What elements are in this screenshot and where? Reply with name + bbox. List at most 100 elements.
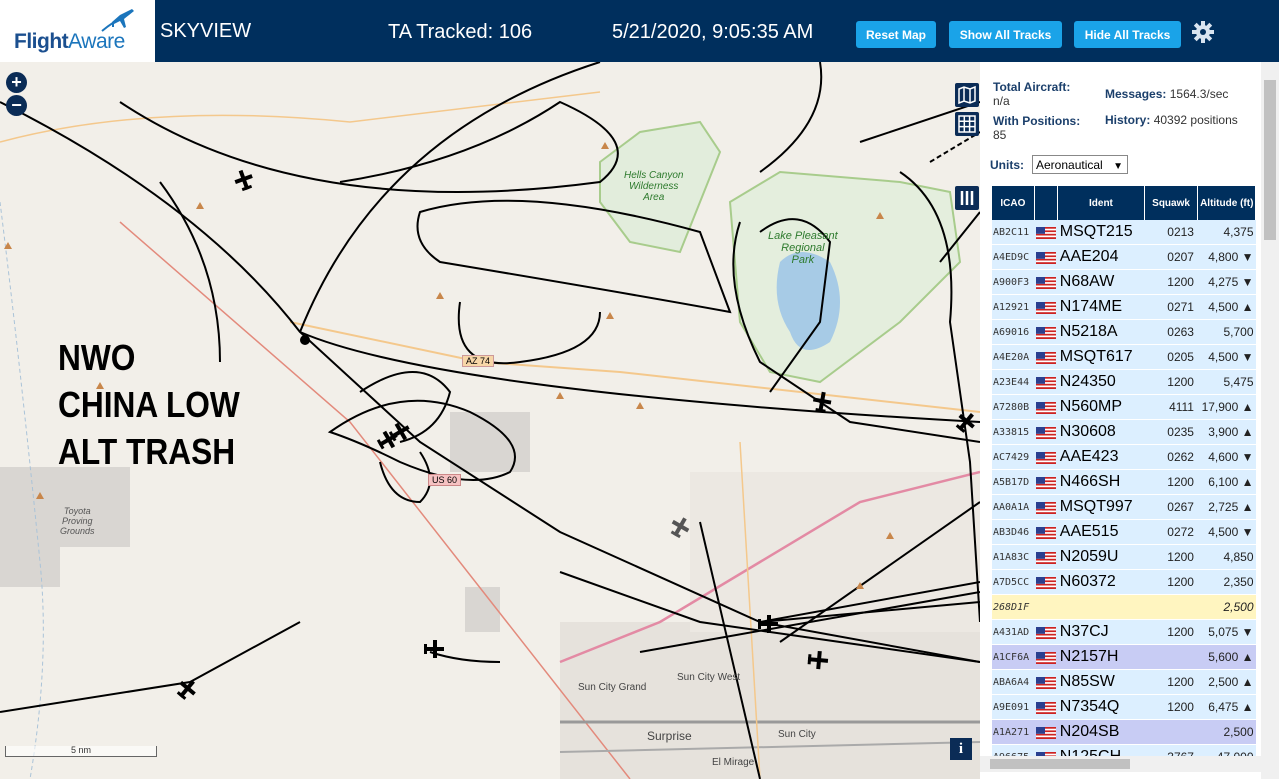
row-flag (1034, 669, 1058, 695)
col-squawk[interactable]: Squawk (1144, 186, 1199, 220)
zoom-out-button[interactable]: − (6, 95, 27, 116)
us-flag-icon (1036, 351, 1057, 364)
row-ident: N204SB (1057, 719, 1145, 745)
row-squawk: 0207 (1144, 244, 1198, 270)
info-icon[interactable]: i (950, 738, 972, 760)
reset-map-button[interactable]: Reset Map (856, 21, 936, 48)
grid-icon[interactable] (955, 112, 979, 136)
row-icao: AC7429 (992, 444, 1035, 470)
row-ident: N68AW (1057, 269, 1145, 295)
row-ident: N466SH (1057, 469, 1145, 495)
row-squawk: 0272 (1144, 519, 1198, 545)
panel-scrollbar[interactable] (1261, 62, 1279, 779)
row-squawk: 1200 (1144, 269, 1198, 295)
us-flag-icon (1036, 526, 1057, 539)
row-altitude: 5,475 (1197, 369, 1256, 395)
us-flag-icon (1036, 501, 1057, 514)
row-ident: N2059U (1057, 544, 1145, 570)
us-flag-icon (1036, 651, 1057, 664)
table-row[interactable]: A431AD N37CJ 1200 5,075 ▼ (992, 619, 1256, 645)
row-altitude: 4,500 ▼ (1197, 344, 1256, 370)
messages-stat: Messages: 1564.3/sec (1105, 87, 1229, 101)
toyota-label: Toyota Proving Grounds (60, 506, 95, 536)
table-row[interactable]: A4E20A MSQT617 0205 4,500 ▼ (992, 344, 1256, 370)
units-select[interactable]: Aeronautical ▼ (1032, 155, 1128, 174)
row-ident: N30608 (1057, 419, 1145, 445)
row-ident: AAE515 (1057, 519, 1145, 545)
ta-tracked-count: TA Tracked: 106 (388, 21, 533, 43)
app-name: SKYVIEW (160, 20, 252, 42)
col-ident[interactable]: Ident (1057, 186, 1145, 220)
table-row[interactable]: A9E091 N7354Q 1200 6,475 ▲ (992, 694, 1256, 720)
us-flag-icon (1036, 426, 1057, 439)
row-squawk (1144, 644, 1198, 670)
row-ident: N85SW (1057, 669, 1145, 695)
col-icao[interactable]: ICAO (992, 186, 1035, 220)
row-altitude: 5,700 (1197, 319, 1256, 345)
row-altitude: 5,075 ▼ (1197, 619, 1256, 645)
gear-icon[interactable] (1191, 20, 1215, 44)
us-flag-icon (1036, 276, 1057, 289)
row-ident: N174ME (1057, 294, 1145, 320)
hscroll-thumb[interactable] (990, 759, 1130, 769)
row-flag (1034, 394, 1058, 420)
zoom-in-button[interactable]: + (6, 72, 27, 93)
table-row[interactable]: A4ED9C AAE204 0207 4,800 ▼ (992, 244, 1256, 270)
lake-pleasant-park (728, 170, 962, 384)
table-row[interactable]: A1A271 N204SB 2,500 (992, 719, 1256, 745)
table-row[interactable]: A69016 N5218A 0263 5,700 (992, 319, 1256, 345)
table-row[interactable]: A900F3 N68AW 1200 4,275 ▼ (992, 269, 1256, 295)
row-icao: A4ED9C (992, 244, 1035, 270)
row-flag (1034, 719, 1058, 745)
table-row[interactable]: A7D5CC N60372 1200 2,350 (992, 569, 1256, 595)
table-row[interactable]: A23E44 N24350 1200 5,475 (992, 369, 1256, 395)
row-squawk: 1200 (1144, 569, 1198, 595)
table-row[interactable]: AC7429 AAE423 0262 4,600 ▼ (992, 444, 1256, 470)
header-bar: FlightAware SKYVIEW TA Tracked: 106 5/21… (0, 0, 1279, 62)
flightaware-logo[interactable]: FlightAware (0, 0, 155, 62)
row-flag (1034, 344, 1058, 370)
row-altitude: 2,725 ▲ (1197, 494, 1256, 520)
panel-horizontal-scrollbar[interactable] (980, 756, 1261, 772)
table-row[interactable]: A5B17D N466SH 1200 6,100 ▲ (992, 469, 1256, 495)
col-flag[interactable] (1034, 186, 1059, 220)
us-flag-icon (1036, 576, 1057, 589)
row-icao: 268D1F (992, 594, 1035, 620)
table-header-row: ICAO Ident Squawk Altitude (ft) (992, 186, 1256, 220)
map-layers-icon[interactable] (955, 83, 979, 107)
row-flag (1034, 694, 1058, 720)
table-row[interactable]: A7280B N560MP 4111 17,900 ▲ (992, 394, 1256, 420)
table-row[interactable]: ABA6A4 N85SW 1200 2,500 ▲ (992, 669, 1256, 695)
col-altitude[interactable]: Altitude (ft) (1197, 186, 1256, 220)
table-row[interactable]: A1CF6A N2157H 5,600 ▲ (992, 644, 1256, 670)
row-flag (1034, 494, 1058, 520)
row-icao: A7280B (992, 394, 1035, 420)
table-row[interactable]: AA0A1A MSQT997 0267 2,725 ▲ (992, 494, 1256, 520)
us-flag-icon (1036, 251, 1057, 264)
us-flag-icon (1036, 626, 1057, 639)
row-icao: A1CF6A (992, 644, 1035, 670)
row-ident: MSQT617 (1057, 344, 1145, 370)
row-squawk: 0263 (1144, 319, 1198, 345)
us-flag-icon (1036, 226, 1057, 239)
scroll-thumb[interactable] (1264, 80, 1276, 240)
table-row[interactable]: A1A83C N2059U 1200 4,850 (992, 544, 1256, 570)
us-flag-icon (1036, 551, 1057, 564)
city-area (560, 622, 980, 779)
row-flag (1034, 319, 1058, 345)
table-row[interactable]: A12921 N174ME 0271 4,500 ▲ (992, 294, 1256, 320)
current-datetime: 5/21/2020, 9:05:35 AM (612, 21, 814, 43)
row-flag (1034, 519, 1058, 545)
row-flag (1034, 544, 1058, 570)
table-row[interactable]: AB3D46 AAE515 0272 4,500 ▼ (992, 519, 1256, 545)
row-flag (1034, 644, 1058, 670)
table-row[interactable]: AB2C11 MSQT215 0213 4,375 (992, 220, 1256, 245)
table-row[interactable]: A33815 N30608 0235 3,900 ▲ (992, 419, 1256, 445)
hide-all-tracks-button[interactable]: Hide All Tracks (1074, 21, 1181, 48)
map-view[interactable]: Hells Canyon Wilderness Area Lake Pleasa… (0, 62, 980, 779)
column-toggle-icon[interactable] (955, 186, 979, 210)
row-ident: AAE423 (1057, 444, 1145, 470)
show-all-tracks-button[interactable]: Show All Tracks (949, 21, 1062, 48)
table-row[interactable]: 268D1F 2,500 (992, 594, 1256, 620)
row-ident: N560MP (1057, 394, 1145, 420)
